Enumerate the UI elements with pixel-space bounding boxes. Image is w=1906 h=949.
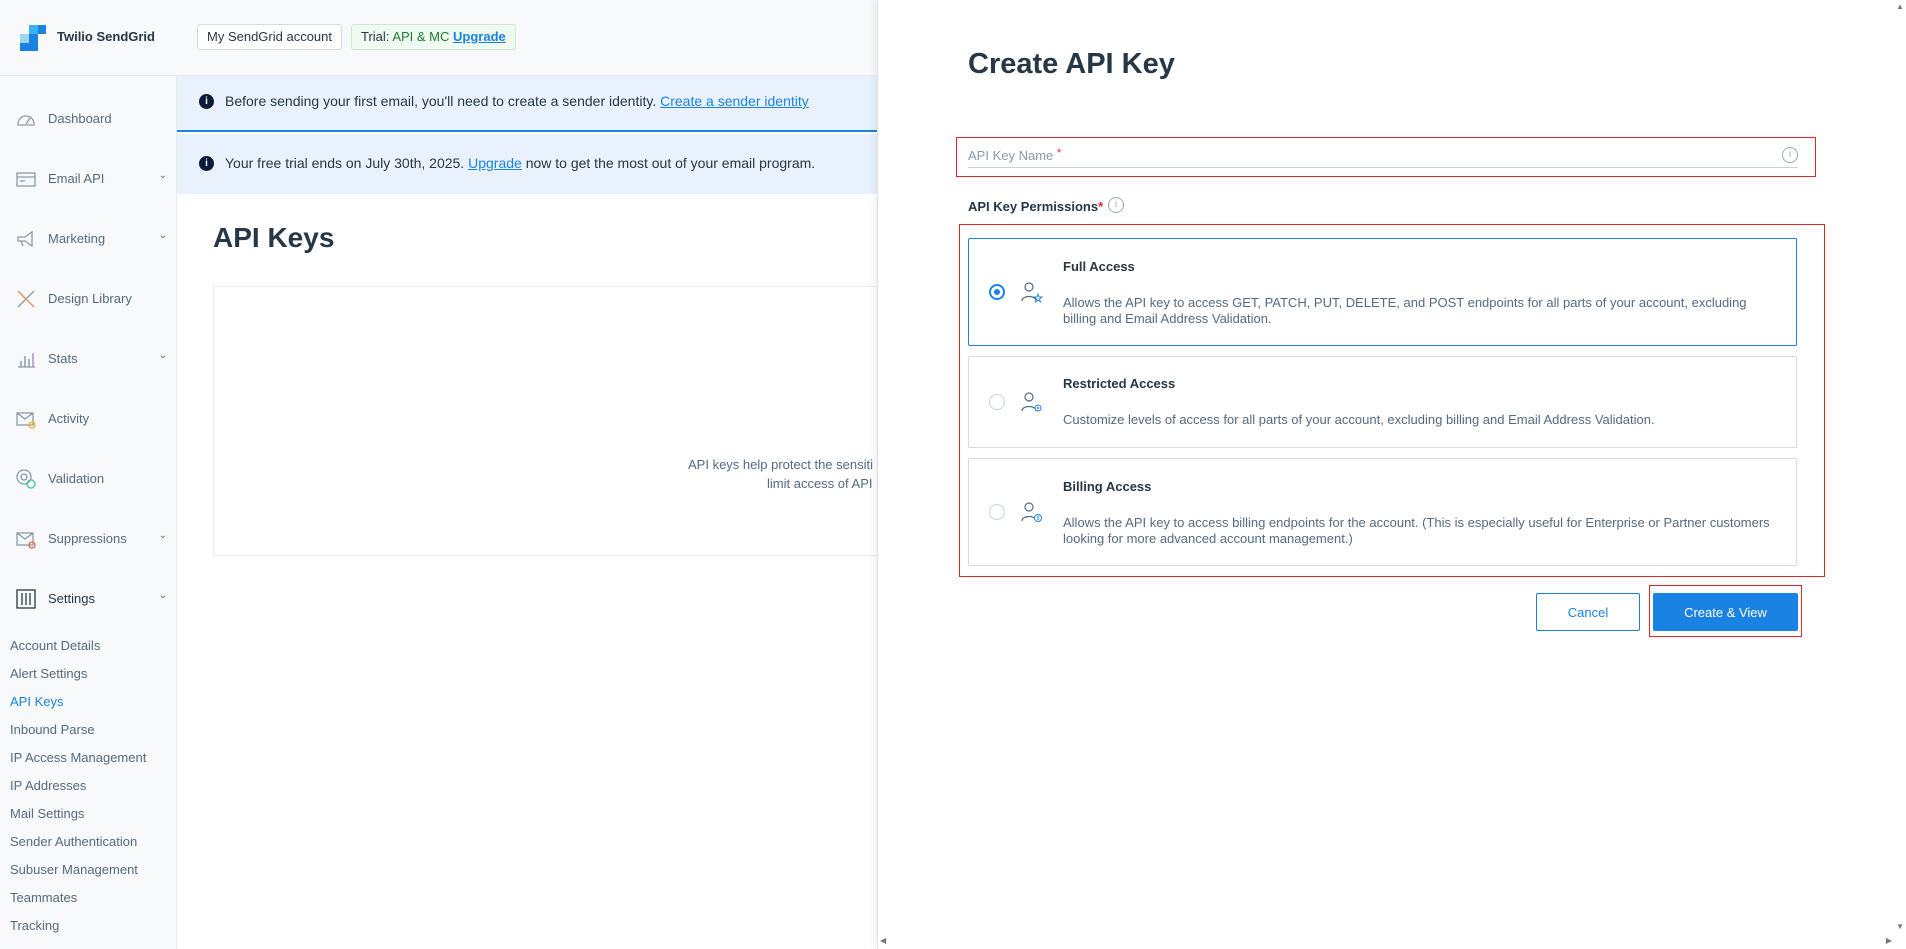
- envelope-block-icon: [16, 532, 36, 549]
- my-account-button[interactable]: My SendGrid account: [197, 24, 343, 50]
- design-tools-icon: [17, 290, 35, 308]
- billing-access-radio[interactable]: [989, 504, 1005, 520]
- trial-upgrade-link[interactable]: Upgrade: [453, 29, 506, 44]
- sidebar-subitem-tracking[interactable]: Tracking: [10, 918, 59, 933]
- sidebar-item-marketing[interactable]: Marketing ⌄: [0, 218, 177, 258]
- gauge-icon: [17, 115, 35, 126]
- sidebar-item-label: Suppressions: [48, 531, 127, 546]
- sidebar-item-label: Dashboard: [48, 111, 112, 126]
- banner-text: Your free trial ends on July 30th, 2025.: [225, 155, 465, 171]
- sidebar-item-activity[interactable]: Activity: [0, 398, 177, 438]
- permissions-label: API Key Permissions*: [968, 199, 1103, 214]
- option-description: Customize levels of access for all parts…: [1063, 412, 1655, 427]
- info-icon[interactable]: i: [1782, 147, 1798, 163]
- permissions-label-text: API Key Permissions: [968, 199, 1099, 214]
- scroll-right-arrow-icon[interactable]: ▶: [1886, 936, 1892, 945]
- banner-text: Before sending your first email, you'll …: [225, 93, 657, 109]
- option-description: Allows the API key to access billing end…: [1063, 515, 1770, 546]
- sidebar-subitem-mail-settings[interactable]: Mail Settings: [10, 806, 84, 821]
- info-icon[interactable]: i: [1108, 197, 1124, 213]
- user-gear-icon: [1021, 392, 1042, 412]
- trial-plan: API & MC: [392, 29, 450, 44]
- api-key-name-input[interactable]: [968, 144, 1798, 168]
- trial-badge: Trial: API & MC Upgrade: [351, 24, 516, 50]
- chevron-down-icon: ⌄: [158, 230, 167, 241]
- restricted-access-radio[interactable]: [989, 394, 1005, 410]
- banner-text: now to get the most out of your email pr…: [525, 155, 816, 171]
- sidebar-item-label: Design Library: [48, 291, 132, 306]
- sidebar: Dashboard Email API ⌄ Marketing ⌄ Design…: [0, 76, 177, 949]
- sidebar-subitem-teammates[interactable]: Teammates: [10, 890, 77, 905]
- required-mark: *: [1098, 199, 1104, 214]
- email-api-icon: [16, 172, 36, 187]
- sidebar-item-label: Activity: [48, 411, 90, 426]
- user-dollar-icon: [1021, 502, 1042, 522]
- sidebar-item-label: Marketing: [48, 231, 106, 246]
- cancel-button[interactable]: Cancel: [1536, 593, 1640, 631]
- sidebar-subitem-api-keys[interactable]: API Keys: [10, 694, 63, 709]
- chevron-down-icon: ⌄: [158, 590, 167, 601]
- top-bar: Twilio SendGrid My SendGrid account Tria…: [0, 0, 877, 76]
- sidebar-item-design-library[interactable]: Design Library: [0, 278, 177, 318]
- permission-option-full-access[interactable]: Full Access Allows the API key to access…: [968, 238, 1797, 346]
- option-description: Allows the API key to access GET, PATCH,…: [1063, 295, 1747, 326]
- sidebar-subitem-account-details[interactable]: Account Details: [10, 638, 100, 653]
- scroll-down-arrow-icon[interactable]: ▼: [1896, 922, 1904, 931]
- option-title: Restricted Access: [1063, 376, 1176, 391]
- permission-option-restricted-access[interactable]: Restricted Access Customize levels of ac…: [968, 356, 1797, 448]
- scroll-up-arrow-icon[interactable]: ▲: [1896, 2, 1904, 11]
- sidebar-subitem-sender-authentication[interactable]: Sender Authentication: [10, 834, 137, 849]
- sidebar-item-email-api[interactable]: Email API ⌄: [0, 158, 177, 198]
- empty-state-text: API keys help protect the sensiti: [688, 457, 873, 472]
- chevron-down-icon: ⌄: [158, 170, 167, 181]
- trial-prefix: Trial:: [361, 29, 390, 44]
- sidebar-subitem-alert-settings[interactable]: Alert Settings: [10, 666, 87, 681]
- chevron-down-icon: ⌄: [158, 530, 167, 541]
- upgrade-link[interactable]: Upgrade: [468, 155, 522, 171]
- twilio-sendgrid-logo-icon[interactable]: [20, 25, 46, 51]
- banner-message: Your free trial ends on July 30th, 2025.…: [225, 155, 815, 171]
- empty-state-text: limit access of API: [767, 476, 873, 491]
- megaphone-icon: [17, 230, 33, 248]
- sidebar-item-settings[interactable]: Settings ⌄: [0, 578, 177, 618]
- drawer-title: Create API Key: [968, 48, 1175, 80]
- sidebar-subitem-subuser-management[interactable]: Subuser Management: [10, 862, 138, 877]
- brand-name: Twilio SendGrid: [57, 29, 155, 44]
- sidebar-subitem-inbound-parse[interactable]: Inbound Parse: [10, 722, 95, 737]
- create-and-view-button[interactable]: Create & View: [1653, 593, 1798, 631]
- info-icon: i: [199, 94, 214, 109]
- chevron-down-icon: ⌄: [158, 350, 167, 361]
- sidebar-item-validation[interactable]: Validation: [0, 458, 177, 498]
- scroll-left-arrow-icon[interactable]: ◀: [880, 936, 886, 945]
- banner-message: Before sending your first email, you'll …: [225, 93, 809, 109]
- page-title: API Keys: [213, 222, 335, 253]
- sidebar-item-stats[interactable]: Stats ⌄: [0, 338, 177, 378]
- full-access-radio[interactable]: [989, 284, 1005, 300]
- trial-ends-banner: i Your free trial ends on July 30th, 202…: [177, 134, 877, 194]
- option-title: Full Access: [1063, 259, 1135, 274]
- at-check-icon: [16, 469, 36, 489]
- sidebar-item-dashboard[interactable]: Dashboard: [0, 98, 177, 138]
- user-star-icon: [1021, 282, 1043, 304]
- required-mark: *: [1057, 147, 1062, 159]
- sidebar-item-suppressions[interactable]: Suppressions ⌄: [0, 518, 177, 558]
- sender-identity-banner: i Before sending your first email, you'l…: [177, 76, 877, 132]
- sidebar-subitem-ip-access-management[interactable]: IP Access Management: [10, 750, 146, 765]
- sidebar-item-label: Validation: [48, 471, 105, 486]
- info-icon: i: [199, 156, 214, 171]
- create-sender-identity-link[interactable]: Create a sender identity: [660, 93, 809, 109]
- option-title: Billing Access: [1063, 479, 1152, 494]
- empty-state-panel: [213, 286, 877, 556]
- permission-option-billing-access[interactable]: Billing Access Allows the API key to acc…: [968, 458, 1797, 566]
- envelope-search-icon: [16, 412, 36, 429]
- sidebar-subitem-ip-addresses[interactable]: IP Addresses: [10, 778, 86, 793]
- sidebar-item-label: Stats: [48, 351, 78, 366]
- bar-chart-icon: [18, 353, 35, 368]
- sidebar-item-label: Email API: [48, 171, 105, 186]
- create-api-key-drawer: Create API Key * i API Key Permissions* …: [877, 0, 1906, 949]
- sliders-icon: [16, 589, 36, 609]
- sidebar-item-label: Settings: [48, 591, 95, 606]
